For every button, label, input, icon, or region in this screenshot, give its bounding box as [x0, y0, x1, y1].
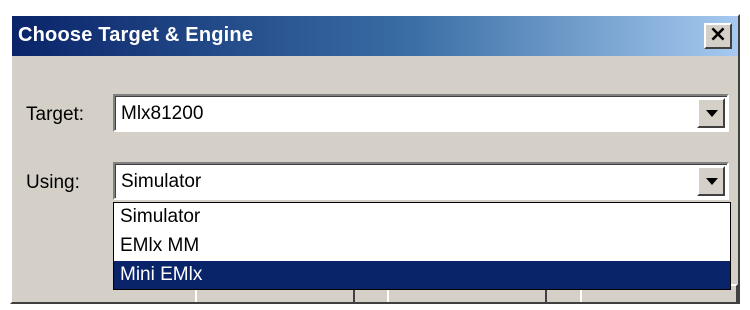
option-mini-emlx[interactable]: Mini EMlx — [114, 261, 730, 289]
using-dropdown-button[interactable] — [697, 166, 725, 196]
using-dropdown-list: Simulator EMlx MM Mini EMlx — [113, 202, 731, 290]
option-simulator[interactable]: Simulator — [114, 203, 730, 231]
chevron-down-icon — [706, 110, 718, 117]
using-combobox[interactable]: Simulator — [113, 162, 729, 200]
option-emlx-mm[interactable]: EMlx MM — [114, 232, 730, 260]
chevron-down-icon — [706, 178, 718, 185]
target-value: Mlx81200 — [121, 103, 204, 124]
target-dropdown-button[interactable] — [697, 98, 725, 128]
using-label: Using: — [26, 172, 80, 193]
using-value: Simulator — [121, 171, 202, 192]
target-label: Target: — [26, 104, 85, 125]
dialog-title: Choose Target & Engine — [18, 24, 254, 46]
close-icon: × — [708, 22, 728, 47]
close-button[interactable]: × — [704, 23, 732, 49]
target-combobox[interactable]: Mlx81200 — [113, 94, 729, 132]
title-bar[interactable]: Choose Target & Engine × — [12, 16, 738, 56]
